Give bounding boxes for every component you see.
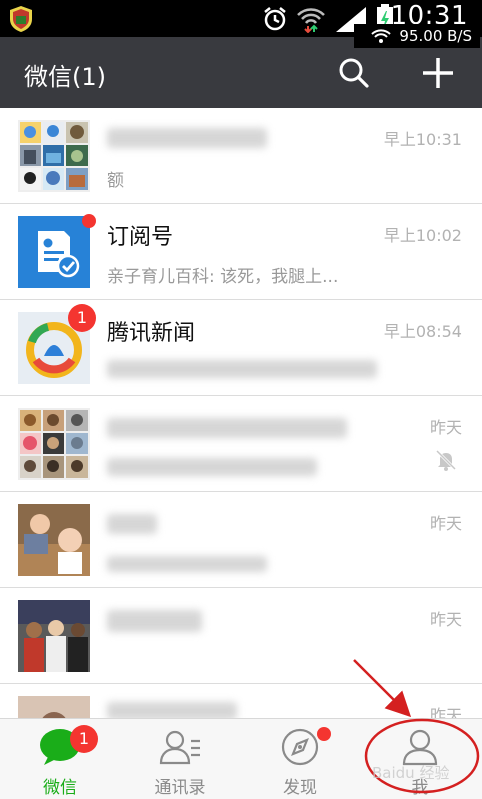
chat-item[interactable]: 昨天 xyxy=(0,492,482,588)
photo-avatar xyxy=(18,600,90,672)
chat-item[interactable]: 昨天 xyxy=(0,588,482,684)
chat-time: 早上10:31 xyxy=(383,130,462,149)
network-speed-text: 95.00 B/S xyxy=(399,27,472,45)
contacts-icon xyxy=(159,730,200,765)
tab-label: 微信 xyxy=(43,778,77,798)
blurred-name xyxy=(107,514,157,534)
unread-dot xyxy=(82,214,96,228)
blurred-preview xyxy=(107,556,267,572)
chat-item[interactable]: 1 腾讯新闻 早上08:54 xyxy=(0,300,482,396)
photo-avatar xyxy=(18,696,90,718)
chat-time: 昨天 xyxy=(429,514,462,533)
tab-contacts[interactable]: 通讯录 xyxy=(120,719,240,799)
chat-time: 昨天 xyxy=(429,706,462,718)
mute-bell-icon xyxy=(435,449,457,471)
blurred-preview xyxy=(107,360,377,378)
chat-time: 昨天 xyxy=(429,610,462,629)
blurred-name xyxy=(107,128,267,148)
unread-badge: 1 xyxy=(68,304,96,332)
chat-name: 订阅号 xyxy=(107,225,174,250)
subscription-avatar xyxy=(18,214,96,288)
compass-icon xyxy=(281,728,319,766)
unread-badge: 1 xyxy=(70,725,98,753)
group-avatar xyxy=(18,408,90,480)
group-avatar xyxy=(18,120,90,192)
alarm-icon xyxy=(264,7,286,31)
bottom-tab-bar: 1 微信 通讯录 发现 我 xyxy=(0,718,482,799)
tab-label: 发现 xyxy=(283,778,317,798)
chat-preview: 额 xyxy=(107,171,124,191)
plus-icon[interactable] xyxy=(421,56,455,90)
photo-avatar xyxy=(18,504,90,576)
wifi-icon xyxy=(371,29,392,43)
chat-item[interactable]: 昨天 xyxy=(0,684,482,718)
chat-time: 早上08:54 xyxy=(383,322,462,341)
tab-me[interactable]: 我 xyxy=(360,719,480,799)
security-shield-icon xyxy=(10,6,32,32)
network-speed: 95.00 B/S xyxy=(354,24,480,48)
tab-label: 我 xyxy=(411,778,429,798)
wifi-data-icon xyxy=(297,8,325,33)
blurred-name xyxy=(107,610,202,632)
chat-item[interactable]: 额 早上10:31 xyxy=(0,108,482,204)
search-icon[interactable] xyxy=(338,57,370,89)
blurred-name xyxy=(107,418,347,438)
chat-time: 早上10:02 xyxy=(383,226,462,245)
chat-name: 腾讯新闻 xyxy=(107,321,196,346)
unread-dot xyxy=(317,727,331,741)
tab-discover[interactable]: 发现 xyxy=(240,719,360,799)
chat-item[interactable]: 昨天 xyxy=(0,396,482,492)
chat-preview: 亲子育儿百科: 该死，我腿上... xyxy=(107,267,339,287)
tencent-news-avatar: 1 xyxy=(18,304,96,384)
chat-list: 额 早上10:31 订阅号 亲子育儿百科: 该死，我腿上... 早上10:02 xyxy=(0,108,482,718)
tab-label: 通讯录 xyxy=(154,778,206,798)
chat-time: 昨天 xyxy=(429,418,462,437)
person-icon xyxy=(402,729,438,766)
tab-chats[interactable]: 1 微信 xyxy=(0,719,120,799)
page-title: 微信(1) xyxy=(24,63,106,91)
blurred-name xyxy=(107,702,237,718)
blurred-preview xyxy=(107,458,317,476)
chat-item[interactable]: 订阅号 亲子育儿百科: 该死，我腿上... 早上10:02 xyxy=(0,204,482,300)
